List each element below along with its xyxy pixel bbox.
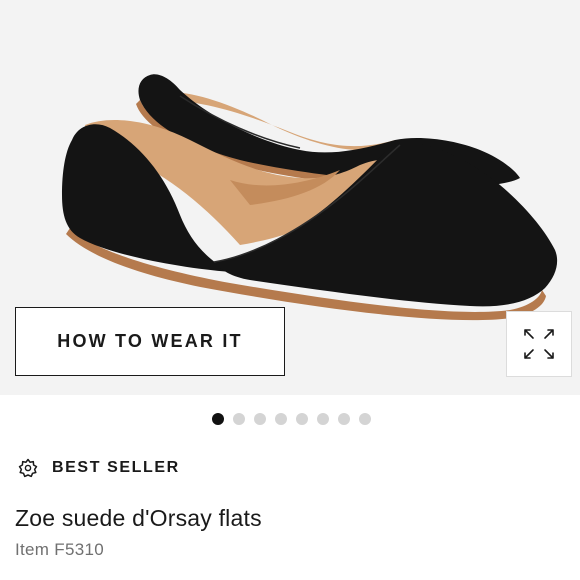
starburst-icon — [18, 458, 38, 478]
carousel-dot-6[interactable] — [317, 413, 329, 425]
product-gallery[interactable]: HOW TO WEAR IT — [0, 0, 580, 395]
front-shoe — [62, 120, 558, 321]
badge-label: BEST SELLER — [52, 459, 180, 476]
carousel-dot-4[interactable] — [275, 413, 287, 425]
carousel-pagination — [0, 413, 580, 427]
item-number: Item F5310 — [15, 540, 104, 559]
carousel-dot-8[interactable] — [359, 413, 371, 425]
carousel-dot-1[interactable] — [212, 413, 224, 425]
expand-icon — [524, 329, 554, 359]
expand-button[interactable] — [506, 311, 572, 377]
carousel-dot-3[interactable] — [254, 413, 266, 425]
how-to-wear-button[interactable]: HOW TO WEAR IT — [15, 307, 285, 376]
product-title: Zoe suede d'Orsay flats — [15, 505, 262, 531]
carousel-dot-5[interactable] — [296, 413, 308, 425]
best-seller-badge: BEST SELLER — [18, 458, 180, 478]
carousel-dot-2[interactable] — [233, 413, 245, 425]
carousel-dot-7[interactable] — [338, 413, 350, 425]
